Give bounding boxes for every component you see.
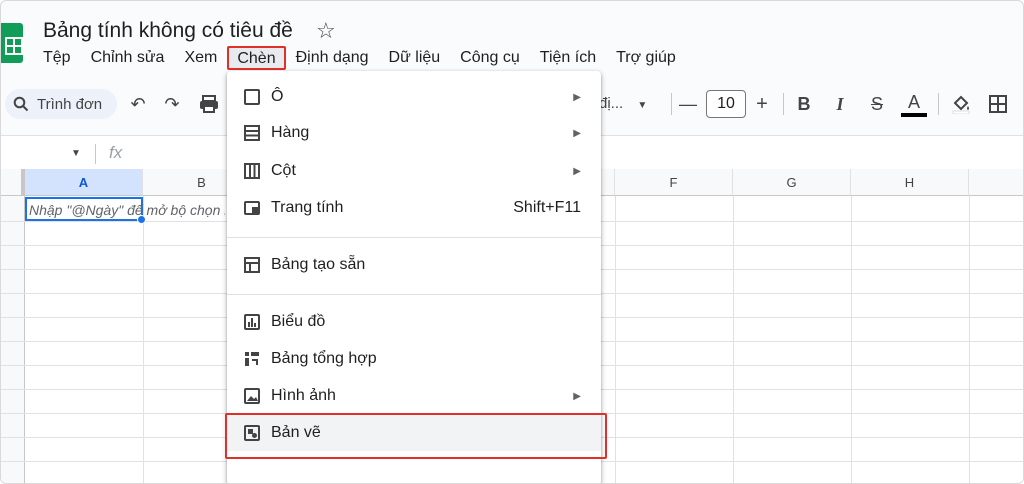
search-menus-button[interactable]: Trình đơn bbox=[5, 89, 117, 119]
borders-icon[interactable] bbox=[987, 91, 1009, 117]
menu-file[interactable]: Tệp bbox=[33, 46, 81, 70]
pivot-table-icon bbox=[245, 352, 259, 366]
search-icon bbox=[13, 96, 29, 112]
text-color-button[interactable]: A bbox=[901, 91, 927, 117]
fill-color-icon[interactable] bbox=[949, 91, 973, 117]
menu-item-columns[interactable]: Cột ▶ bbox=[227, 153, 601, 189]
chevron-down-icon: ▼ bbox=[637, 100, 648, 111]
menu-item-chart[interactable]: Biểu đồ bbox=[227, 304, 601, 340]
column-header-i[interactable] bbox=[969, 169, 1023, 196]
menu-extensions[interactable]: Tiện ích bbox=[530, 46, 606, 70]
menu-separator bbox=[227, 294, 601, 295]
menu-item-label: Biểu đồ bbox=[271, 313, 326, 330]
menu-item-label: Bảng tạo sẵn bbox=[271, 256, 366, 273]
grid-line bbox=[969, 196, 970, 483]
column-header-f[interactable]: F bbox=[615, 169, 733, 196]
chart-icon bbox=[244, 314, 260, 330]
menu-edit[interactable]: Chỉnh sửa bbox=[81, 46, 175, 70]
menu-item-sheet[interactable]: Trang tính Shift+F11 bbox=[227, 190, 601, 226]
toolbar-divider bbox=[783, 93, 784, 115]
font-size-input[interactable]: 10 bbox=[706, 90, 746, 118]
menu-item-pivot-table[interactable]: Bảng tổng hợp bbox=[227, 341, 601, 377]
grid-line bbox=[615, 196, 616, 483]
shortcut-label: Shift+F11 bbox=[513, 199, 581, 216]
menu-separator bbox=[227, 237, 601, 238]
menu-bar: Tệp Chỉnh sửa Xem Chèn Định dạng Dữ liệu… bbox=[33, 46, 686, 70]
menu-insert[interactable]: Chèn bbox=[227, 46, 286, 70]
columns-icon bbox=[244, 163, 260, 179]
grid-line bbox=[733, 196, 734, 483]
toolbar-divider bbox=[938, 93, 939, 115]
menu-help[interactable]: Trợ giúp bbox=[606, 46, 686, 70]
increase-font-size-button[interactable]: + bbox=[753, 91, 771, 117]
column-header-h[interactable]: H bbox=[851, 169, 969, 196]
cell-icon bbox=[244, 89, 260, 105]
menu-item-label: Bản vẽ bbox=[271, 424, 321, 441]
toolbar-divider bbox=[671, 93, 672, 115]
search-menus-label: Trình đơn bbox=[37, 95, 103, 113]
menu-item-image[interactable]: Hình ảnh ▶ bbox=[227, 378, 601, 414]
menu-item-label: Trang tính bbox=[271, 199, 344, 216]
menu-item-label: Cột bbox=[271, 162, 296, 179]
font-family-select[interactable]: đị... ▼ bbox=[599, 95, 647, 112]
menu-item-cell[interactable]: Ô ▶ bbox=[227, 79, 601, 115]
submenu-arrow-icon: ▶ bbox=[573, 390, 581, 402]
submenu-arrow-icon: ▶ bbox=[573, 127, 581, 139]
grid-line bbox=[143, 196, 144, 483]
print-icon[interactable] bbox=[197, 91, 221, 117]
menu-data[interactable]: Dữ liệu bbox=[379, 46, 451, 70]
menu-item-label: Hình ảnh bbox=[271, 387, 336, 404]
menu-item-table[interactable]: Bảng tạo sẵn bbox=[227, 247, 601, 283]
submenu-arrow-icon: ▶ bbox=[573, 165, 581, 177]
drawing-icon bbox=[244, 425, 260, 441]
menu-item-label: Bảng tổng hợp bbox=[271, 350, 377, 367]
undo-icon[interactable]: ↶ bbox=[127, 91, 149, 117]
cell-date-hint: Nhập "@Ngày" để mở bộ chọn ngày bbox=[29, 202, 225, 218]
italic-button[interactable]: I bbox=[831, 91, 849, 117]
menu-item-rows[interactable]: Hàng ▶ bbox=[227, 115, 601, 151]
select-all-corner[interactable] bbox=[1, 169, 25, 196]
decrease-font-size-button[interactable]: — bbox=[679, 91, 697, 117]
formula-divider bbox=[95, 144, 96, 164]
fx-icon: fx bbox=[109, 143, 123, 162]
image-icon bbox=[244, 388, 260, 404]
grid-line bbox=[851, 196, 852, 483]
column-header-g[interactable]: G bbox=[733, 169, 851, 196]
app-window: Bảng tính không có tiêu đề ☆ Tệp Chỉnh s… bbox=[0, 0, 1024, 484]
menu-tools[interactable]: Công cụ bbox=[450, 46, 530, 70]
bold-button[interactable]: B bbox=[795, 91, 813, 117]
menu-format[interactable]: Định dạng bbox=[286, 46, 379, 70]
menu-view[interactable]: Xem bbox=[174, 46, 227, 70]
strikethrough-button[interactable]: S bbox=[867, 91, 887, 117]
sheet-icon bbox=[244, 201, 260, 215]
star-icon[interactable]: ☆ bbox=[316, 18, 336, 44]
menu-item-label: Ô bbox=[271, 88, 284, 105]
redo-icon[interactable]: ↷ bbox=[161, 91, 183, 117]
insert-menu: Ô ▶ Hàng ▶ Cột ▶ Trang tính Shift+F11 Bả… bbox=[225, 71, 607, 483]
name-box-chevron-icon[interactable]: ▼ bbox=[71, 148, 81, 159]
menu-item-label: Hàng bbox=[271, 124, 310, 141]
column-header-a[interactable]: A bbox=[25, 169, 143, 196]
rows-icon bbox=[244, 125, 260, 141]
document-title[interactable]: Bảng tính không có tiêu đề bbox=[43, 19, 293, 43]
submenu-arrow-icon: ▶ bbox=[573, 91, 581, 103]
sheets-logo-icon[interactable] bbox=[1, 23, 23, 63]
table-icon bbox=[244, 257, 260, 273]
menu-item-drawing[interactable]: Bản vẽ bbox=[225, 413, 607, 459]
